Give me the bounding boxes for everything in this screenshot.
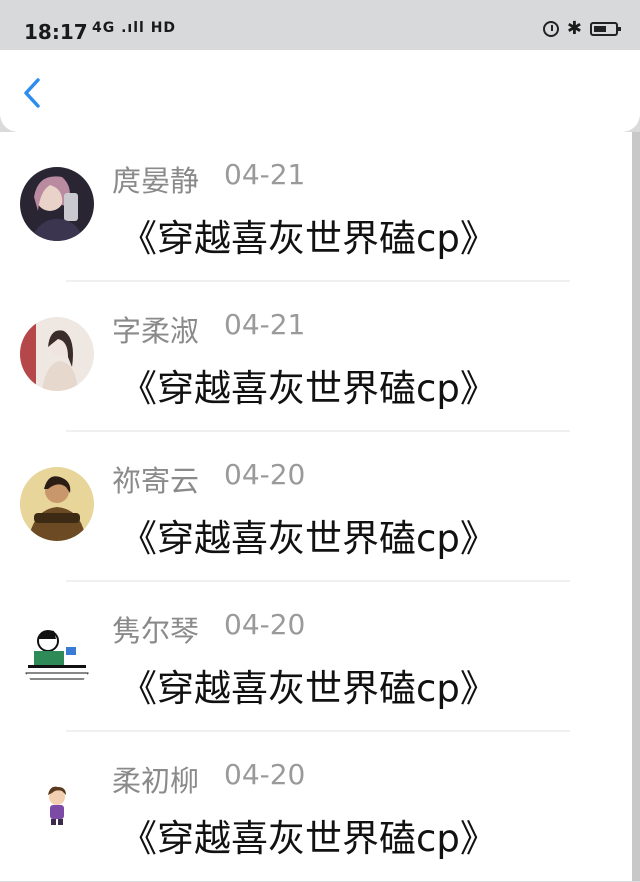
comment-text: 《穿越喜灰世界磕cp》 [120,217,497,260]
avatar[interactable] [20,467,94,541]
status-bar: 18:17 4G .ıll HD ✱ [0,0,640,50]
scrollbar[interactable] [632,132,640,881]
avatar-image [20,317,94,391]
comment-item[interactable]: 隽尔琴 04-20 《穿越喜灰世界磕cp》 [0,582,600,732]
avatar[interactable] [20,767,94,841]
comment-date: 04-20 [224,758,306,791]
avatar-image [20,617,94,691]
avatar-image [20,167,94,241]
comment-text: 《穿越喜灰世界磕cp》 [120,667,497,710]
top-bar [0,50,640,132]
username[interactable]: 庹晏静 [112,158,199,200]
avatar[interactable] [20,167,94,241]
comment-text: 《穿越喜灰世界磕cp》 [120,367,497,410]
avatar[interactable] [20,317,94,391]
username[interactable]: 字柔淑 [112,308,199,350]
username[interactable]: 柔初柳 [112,758,199,800]
comment-date: 04-20 [224,458,306,491]
comment-date: 04-21 [224,308,306,341]
username[interactable]: 祢寄云 [112,458,199,500]
status-icons: ✱ [542,18,621,39]
comment-item[interactable]: 祢寄云 04-20 《穿越喜灰世界磕cp》 [0,432,600,582]
avatar-image [20,767,94,841]
comment-list[interactable]: 庹晏静 04-21 《穿越喜灰世界磕cp》 字柔淑 04-21 《穿越喜灰世界磕… [0,132,632,881]
chevron-left-icon [24,78,40,108]
username[interactable]: 隽尔琴 [112,608,199,650]
comment-item[interactable]: 柔初柳 04-20 《穿越喜灰世界磕cp》 [0,732,600,882]
bluetooth-icon: ✱ [566,18,582,39]
avatar[interactable] [20,617,94,691]
signal-icon: 4G .ıll HD [92,20,177,36]
alarm-icon [542,21,559,37]
comment-item[interactable]: 字柔淑 04-21 《穿越喜灰世界磕cp》 [0,282,600,432]
comment-text: 《穿越喜灰世界磕cp》 [120,517,497,560]
avatar-image [20,467,94,541]
back-button[interactable] [18,76,52,110]
comment-date: 04-21 [224,158,306,191]
status-time: 18:17 [24,20,88,44]
comment-item[interactable]: 庹晏静 04-21 《穿越喜灰世界磕cp》 [0,132,600,282]
comment-date: 04-20 [224,608,306,641]
battery-icon [590,22,621,36]
comment-text: 《穿越喜灰世界磕cp》 [120,817,497,860]
